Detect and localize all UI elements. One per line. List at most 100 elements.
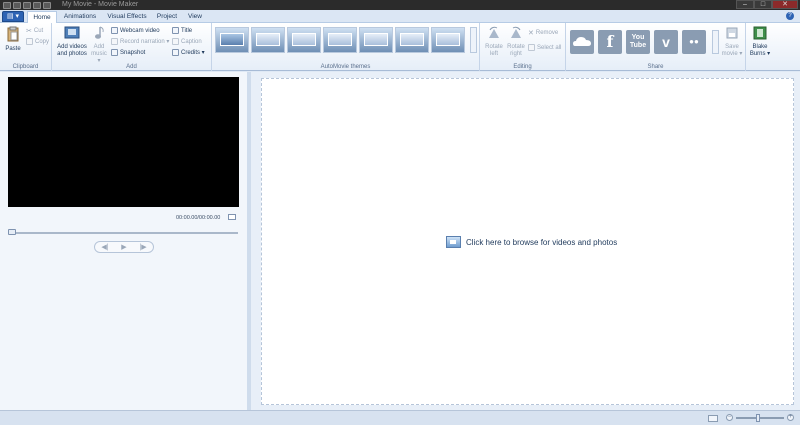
- timecode: 00:00.00/00:00.00: [176, 215, 221, 221]
- facebook-icon[interactable]: f: [598, 30, 622, 54]
- flickr-icon[interactable]: ●●: [682, 30, 706, 54]
- tab-home[interactable]: Home: [27, 11, 57, 23]
- paste-button[interactable]: Paste: [4, 26, 22, 53]
- record-narration-button[interactable]: Record narration ▾: [111, 37, 169, 46]
- add-group: Add videos and photos Add music ▾ Webcam…: [52, 23, 212, 71]
- user-avatar-icon: [753, 26, 767, 40]
- save-icon[interactable]: [13, 1, 21, 9]
- caption-label: Caption: [181, 38, 202, 45]
- rotate-left-label-1: Rotate: [485, 44, 503, 50]
- rotate-right-icon: [511, 26, 521, 38]
- account-group: Blake Burns ▾: [746, 23, 774, 71]
- storyboard-area[interactable]: Click here to browse for videos and phot…: [261, 78, 794, 405]
- seek-bar[interactable]: [8, 232, 238, 234]
- previous-frame-button[interactable]: ◀|: [101, 243, 108, 251]
- redo-icon[interactable]: [33, 1, 41, 9]
- tab-project[interactable]: Project: [153, 11, 181, 23]
- theme-thumbnail[interactable]: [287, 27, 321, 53]
- fullscreen-preview-button[interactable]: [228, 214, 236, 220]
- zoom-slider[interactable]: [736, 413, 784, 422]
- thumbnail-size-icon[interactable]: [708, 415, 718, 422]
- onedrive-icon[interactable]: [570, 30, 594, 54]
- close-button[interactable]: ✕: [772, 0, 798, 9]
- seek-thumb[interactable]: [8, 229, 16, 235]
- cloud-icon: [573, 37, 591, 46]
- select-all-button[interactable]: Select all: [528, 43, 561, 52]
- preview-pane: 00:00.00/00:00.00 ◀| ▶ |▶: [0, 72, 247, 410]
- customize-icon[interactable]: [43, 1, 51, 9]
- zoom-control: − +: [726, 413, 794, 422]
- youtube-icon[interactable]: You Tube: [626, 30, 650, 54]
- theme-thumbnail[interactable]: [323, 27, 357, 53]
- tab-animations[interactable]: Animations: [60, 11, 100, 23]
- title-bar: My Movie - Movie Maker – □ ✕: [0, 0, 800, 10]
- paste-label: Paste: [5, 46, 21, 52]
- tab-visual-effects[interactable]: Visual Effects: [103, 11, 151, 23]
- remove-button[interactable]: ✕ Remove: [528, 28, 558, 37]
- caption-button[interactable]: Caption: [172, 37, 202, 46]
- snapshot-label: Snapshot: [120, 49, 146, 56]
- copy-label: Copy: [35, 38, 50, 45]
- user-account-button[interactable]: Blake Burns ▾: [748, 26, 772, 58]
- share-gallery-scroll[interactable]: [712, 30, 719, 54]
- credits-icon: [172, 49, 179, 56]
- clipboard-group: Paste ✂ Cut Copy Clipboard: [0, 23, 52, 71]
- editing-group: Rotate left Rotate right ✕ Remove Select…: [480, 23, 566, 71]
- theme-thumbnail[interactable]: [395, 27, 429, 53]
- theme-gallery-scroll[interactable]: [470, 27, 477, 53]
- video-preview[interactable]: [8, 77, 239, 207]
- title-button[interactable]: Title: [172, 26, 192, 35]
- add-music-label-2: music ▾: [91, 51, 107, 64]
- theme-thumbnail[interactable]: [251, 27, 285, 53]
- youtube-label-2: Tube: [629, 42, 647, 49]
- credits-button[interactable]: Credits ▾: [172, 48, 205, 57]
- editing-group-label: Editing: [513, 64, 532, 70]
- play-button[interactable]: ▶: [121, 243, 126, 251]
- youtube-label-1: You: [631, 34, 645, 41]
- rotate-left-button[interactable]: Rotate left: [483, 26, 505, 58]
- film-photo-icon: [64, 26, 80, 39]
- copy-button[interactable]: Copy: [26, 37, 49, 46]
- status-bar: − +: [0, 410, 800, 425]
- save-movie-label-1: Save: [725, 44, 739, 50]
- cut-button[interactable]: ✂ Cut: [26, 26, 43, 35]
- save-movie-button[interactable]: Save movie ▾: [721, 26, 743, 58]
- snapshot-button[interactable]: Snapshot: [111, 48, 145, 57]
- add-videos-photos-button[interactable]: Add videos and photos: [55, 26, 89, 58]
- snapshot-icon: [111, 49, 118, 56]
- theme-thumbnail[interactable]: [215, 27, 249, 53]
- rotate-right-label-2: right: [510, 51, 522, 57]
- app-menu-button[interactable]: ▤ ▾: [2, 11, 24, 22]
- tab-view[interactable]: View: [183, 11, 207, 23]
- theme-thumbnail[interactable]: [359, 27, 393, 53]
- theme-thumbnail[interactable]: [431, 27, 465, 53]
- undo-icon[interactable]: [23, 1, 31, 9]
- window-controls: – □ ✕: [736, 0, 798, 9]
- title-label: Title: [181, 27, 193, 34]
- zoom-out-button[interactable]: −: [726, 414, 733, 421]
- rotate-right-label-1: Rotate: [507, 44, 525, 50]
- remove-x-icon: ✕: [528, 29, 534, 37]
- share-group-label: Share: [647, 64, 664, 70]
- storyboard-pane: Click here to browse for videos and phot…: [251, 72, 800, 410]
- vimeo-icon[interactable]: v: [654, 30, 678, 54]
- next-frame-button[interactable]: |▶: [139, 243, 146, 251]
- automovie-themes-label: AutoMovie themes: [320, 64, 371, 70]
- browse-text: Click here to browse for videos and phot…: [466, 237, 618, 247]
- scissors-icon: ✂: [26, 27, 32, 35]
- music-note-icon: [95, 26, 104, 39]
- zoom-in-button[interactable]: +: [787, 414, 794, 421]
- record-narration-label: Record narration ▾: [120, 39, 170, 45]
- ribbon: Paste ✂ Cut Copy Clipboard Add videos an…: [0, 23, 800, 71]
- add-music-button[interactable]: Add music ▾: [89, 26, 109, 65]
- copy-icon: [26, 38, 33, 45]
- help-icon[interactable]: ?: [786, 12, 794, 20]
- add-music-label-1: Add: [93, 44, 105, 50]
- minimize-button[interactable]: –: [736, 0, 754, 9]
- quick-access-icon[interactable]: [3, 1, 11, 9]
- rotate-right-button[interactable]: Rotate right: [505, 26, 527, 58]
- webcam-video-button[interactable]: Webcam video: [111, 26, 160, 35]
- zoom-slider-thumb[interactable]: [756, 413, 760, 422]
- maximize-button[interactable]: □: [754, 0, 772, 9]
- browse-media-link[interactable]: Click here to browse for videos and phot…: [446, 236, 617, 248]
